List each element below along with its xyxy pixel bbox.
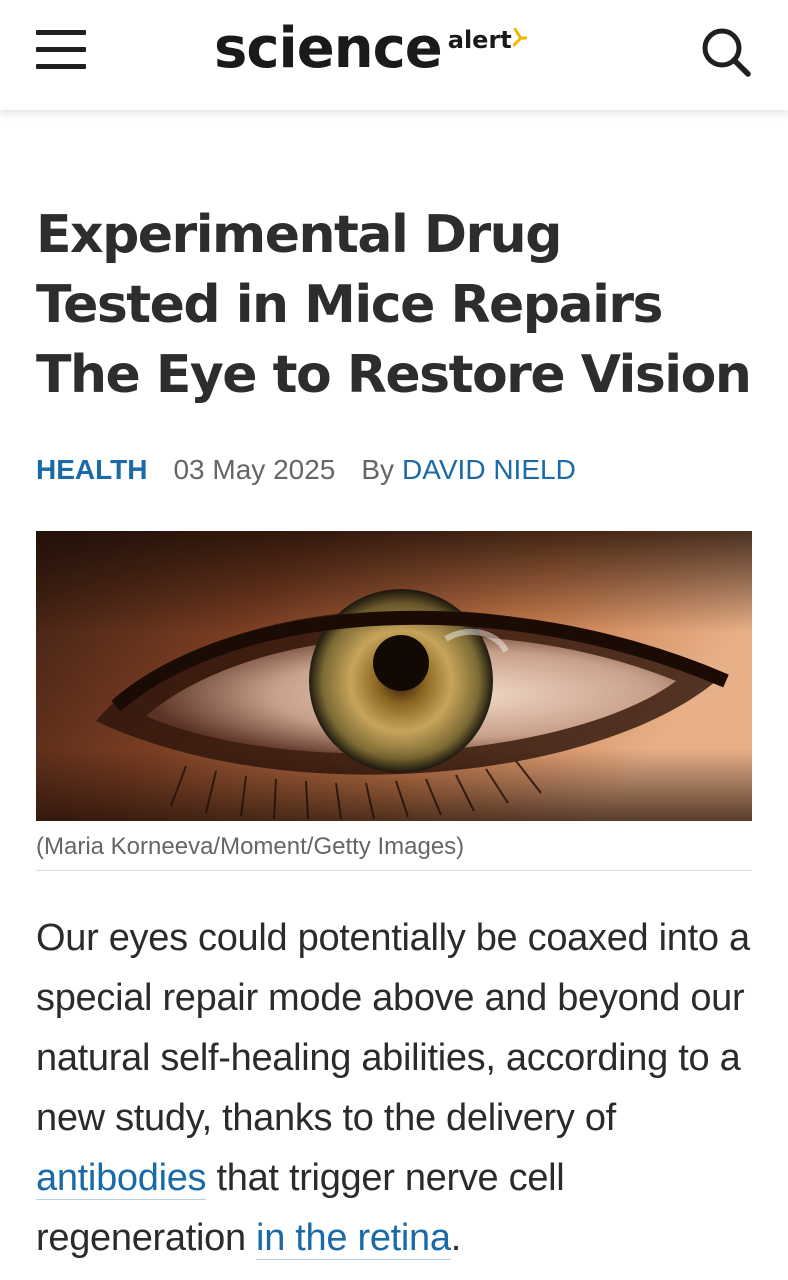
hamburger-menu-icon[interactable]: [36, 28, 86, 70]
article-meta: HEALTH 03 May 2025 By DAVID NIELD: [36, 450, 576, 490]
article-title: Experimental Drug Tested in Mice Repairs…: [36, 205, 752, 405]
logo-wordmark-science: science: [214, 16, 443, 81]
search-icon[interactable]: [696, 22, 756, 82]
paragraph-text: Our eyes could potentially be coaxed int…: [36, 917, 750, 1139]
publish-date: 03 May 2025: [173, 454, 336, 485]
category-link[interactable]: HEALTH: [36, 454, 147, 486]
byline-label: By: [361, 454, 395, 485]
paragraph-text: .: [450, 1217, 462, 1259]
article-lead-paragraph: Our eyes could potentially be coaxed int…: [36, 908, 756, 1268]
image-caption: (Maria Korneeva/Moment/Getty Images): [36, 826, 752, 871]
author-link[interactable]: DAVID NIELD: [402, 454, 576, 486]
hero-image-eye-closeup: [36, 531, 752, 821]
logo-wordmark-alert: alert: [447, 26, 512, 54]
top-bar: science alert: [0, 0, 788, 110]
spark-icon: [512, 28, 527, 47]
sciencealert-logo[interactable]: science alert: [214, 14, 527, 84]
antibodies-link[interactable]: antibodies: [36, 1157, 207, 1200]
retina-link[interactable]: in the retina: [256, 1217, 451, 1260]
